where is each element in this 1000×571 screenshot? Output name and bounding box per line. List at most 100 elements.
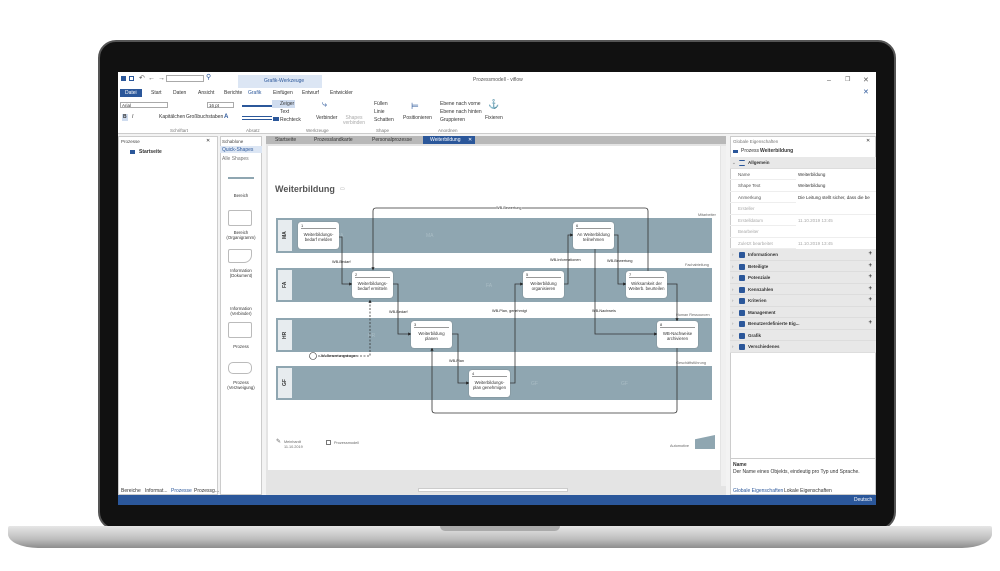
process-number: 2 bbox=[355, 272, 390, 278]
property-section[interactable]: › Grafik bbox=[730, 329, 876, 341]
property-section[interactable]: › Potenziale + bbox=[730, 272, 876, 284]
process-2[interactable]: 2 Weiterbildungs-bedarf ermitteln bbox=[352, 271, 393, 298]
section-icon bbox=[739, 275, 745, 281]
property-row[interactable]: Bearbeiter bbox=[730, 226, 876, 238]
divider bbox=[730, 458, 876, 459]
section-label: Grafik bbox=[748, 332, 762, 338]
section-label: Kriterien bbox=[748, 298, 767, 303]
property-value[interactable]: Weiterbildung bbox=[796, 168, 876, 180]
edit-icon: ✎ bbox=[276, 439, 282, 445]
app-window: ↶ ← → ⚲ Grafik-Werkzeuge Prozessmodell -… bbox=[118, 72, 876, 505]
connector-label: WB-Bedarf bbox=[332, 260, 351, 264]
process-number: 3 bbox=[414, 322, 449, 328]
section-icon bbox=[739, 321, 745, 327]
add-icon[interactable]: + bbox=[868, 295, 872, 307]
add-icon[interactable]: + bbox=[868, 284, 872, 296]
process-label: Weiterbildungs-plan genehmigen bbox=[473, 380, 506, 390]
process-5[interactable]: 5 Weiterbildung organisieren bbox=[523, 271, 564, 298]
add-icon[interactable]: + bbox=[868, 249, 872, 261]
process-type-icon bbox=[733, 150, 738, 153]
chevron-down-icon: ⌄ bbox=[732, 160, 736, 165]
chevron-right-icon: › bbox=[732, 275, 734, 280]
process-6[interactable]: 6 An Weiterbildung teilnehmen bbox=[573, 222, 614, 249]
connector bbox=[318, 299, 372, 357]
property-key: Ersteller bbox=[738, 206, 755, 211]
property-section[interactable]: › Kennzahlen + bbox=[730, 283, 876, 296]
help-text: Der Name eines Objekts, eindeutig pro Ty… bbox=[733, 469, 860, 475]
property-value[interactable]: Weiterbildung bbox=[796, 180, 876, 191]
process-7[interactable]: 7 Wirksamkeit der Weiterb. beurteilen bbox=[626, 271, 667, 298]
process-label: Wirksamkeit der Weiterb. beurteilen bbox=[628, 281, 665, 291]
process-label: Weiterbildungs-bedarf melden bbox=[303, 232, 334, 242]
process-number: 1 bbox=[301, 223, 336, 229]
section-allgemein[interactable]: ⌄ Allgemein bbox=[730, 157, 876, 169]
process-3[interactable]: 3 Weiterbildung planen bbox=[411, 321, 452, 348]
process-1[interactable]: 1 Weiterbildungs-bedarf melden bbox=[298, 222, 339, 249]
status-bar bbox=[118, 495, 876, 505]
section-label: Kennzahlen bbox=[748, 286, 774, 292]
list-icon bbox=[739, 160, 745, 166]
object-name: Weiterbildung bbox=[760, 148, 794, 154]
process-4[interactable]: 4 Weiterbildungs-plan genehmigen bbox=[469, 370, 510, 397]
property-section[interactable]: › Kriterien + bbox=[730, 295, 876, 307]
property-row[interactable]: Anmerkung Die Leitung stellt sicher, dass… bbox=[730, 191, 876, 203]
property-value[interactable]: Die Leitung stellt sicher, dass die be bbox=[796, 191, 876, 203]
property-value[interactable]: 11.10.2019 13:45 bbox=[796, 214, 876, 226]
property-key: Name bbox=[738, 171, 751, 177]
connector bbox=[510, 282, 524, 384]
property-value[interactable]: 11.10.2019 13:45 bbox=[796, 237, 876, 249]
property-section[interactable]: › Benutzerdefinierte Eig... + bbox=[730, 318, 876, 330]
process-number: 4 bbox=[472, 371, 507, 377]
connector-label: WB-Bewertung bbox=[607, 259, 633, 263]
process-8[interactable]: 8 WB-Nachweise archivieren bbox=[657, 321, 698, 348]
property-row[interactable]: Shape Text Weiterbildung bbox=[730, 180, 876, 192]
laptop-notch bbox=[440, 526, 560, 531]
add-icon[interactable]: + bbox=[868, 272, 872, 284]
property-grid: ⌄ Allgemein Name Weiterbildung Shape Text We… bbox=[730, 157, 876, 357]
connector bbox=[667, 283, 679, 322]
properties-title: Globale Eigenschaften bbox=[733, 139, 779, 144]
section-icon bbox=[739, 332, 745, 339]
section-label: Potenziale bbox=[748, 275, 771, 280]
section-label: Management bbox=[748, 309, 776, 315]
properties-close-button[interactable]: ✕ bbox=[866, 139, 870, 144]
process-label: Weiterbildungs-bedarf ermitteln bbox=[357, 281, 388, 291]
object-type: Prozess bbox=[741, 148, 760, 154]
footer-date: 11.10.2019 bbox=[284, 445, 303, 449]
property-row[interactable]: Zuletzt bearbeitet 11.10.2019 13:45 bbox=[730, 237, 876, 249]
model-icon bbox=[326, 440, 331, 445]
tab-local-properties[interactable]: Lokale Eigenschaften bbox=[784, 489, 832, 494]
add-icon[interactable]: + bbox=[868, 318, 872, 330]
section-icon bbox=[739, 286, 745, 293]
section-icon bbox=[739, 344, 745, 350]
property-section[interactable]: › Management bbox=[730, 306, 876, 318]
connector-label: WB-Bewertung bbox=[496, 206, 522, 210]
section-label: Informationen bbox=[748, 252, 778, 257]
help-title: Name bbox=[733, 462, 747, 468]
process-label: Weiterbildung organisieren bbox=[530, 281, 557, 291]
property-row[interactable]: Erstelldatum 11.10.2019 13:45 bbox=[730, 214, 876, 226]
property-value[interactable] bbox=[796, 226, 876, 237]
section-icon bbox=[739, 309, 745, 316]
add-icon[interactable]: + bbox=[868, 261, 872, 273]
footer-logo-text: Automotive bbox=[670, 444, 689, 448]
section-label: Allgemein bbox=[748, 160, 770, 165]
chevron-right-icon: › bbox=[732, 263, 734, 269]
process-number: 5 bbox=[526, 272, 561, 278]
start-event bbox=[309, 352, 317, 360]
property-row[interactable]: Name Weiterbildung bbox=[730, 168, 876, 180]
property-row[interactable]: Ersteller bbox=[730, 203, 876, 215]
property-section[interactable]: › Beteiligte + bbox=[730, 260, 876, 273]
chevron-right-icon: › bbox=[732, 332, 734, 338]
section-label: Beteiligte bbox=[748, 263, 769, 269]
property-key: Zuletzt bearbeitet bbox=[738, 240, 773, 246]
tab-global-properties[interactable]: Globale Eigenschaften bbox=[733, 489, 783, 494]
footer-type: Prozessmodell bbox=[334, 441, 359, 445]
process-label: WB-Nachweise archivieren bbox=[662, 331, 693, 341]
connector bbox=[393, 283, 412, 336]
property-value[interactable] bbox=[796, 203, 876, 214]
language-indicator[interactable]: Deutsch bbox=[854, 498, 872, 503]
chevron-right-icon: › bbox=[732, 344, 734, 349]
property-section[interactable]: › Informationen + bbox=[730, 249, 876, 261]
property-section[interactable]: › Verschiedenes bbox=[730, 341, 876, 353]
